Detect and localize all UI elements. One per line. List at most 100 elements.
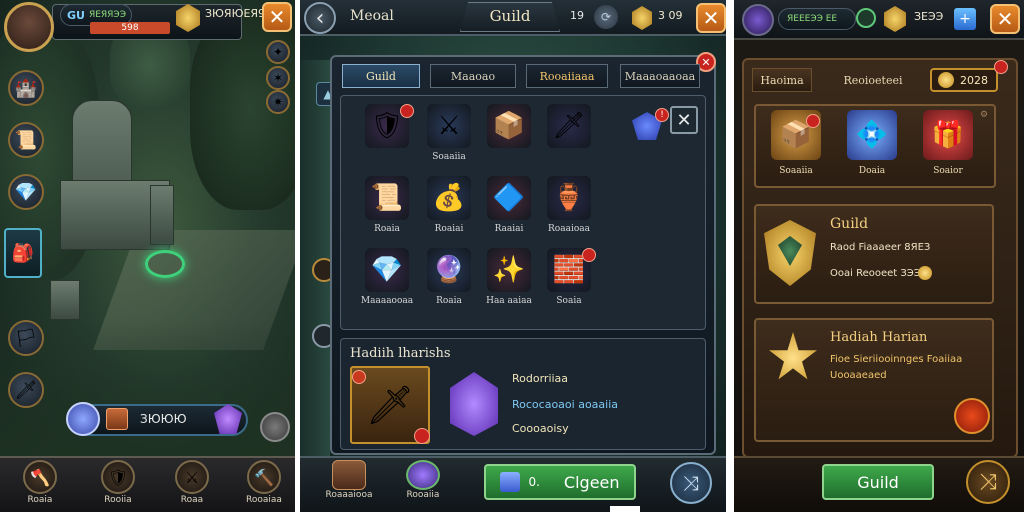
- coin-icon: [918, 266, 932, 280]
- daily-reward-line-2: Uooaaeaed: [830, 370, 887, 381]
- shield-icon: 🛡: [101, 460, 135, 494]
- gold-amount: ЗЮЯЮЕЯ9: [205, 7, 266, 20]
- inventory-item[interactable]: 🗡: [534, 104, 604, 174]
- chest-badge: [806, 114, 820, 128]
- guild-card-line-2: Ooai Reooeet ЗЭЭЯ: [830, 268, 928, 279]
- item-art-icon: 🏺: [547, 176, 591, 220]
- inventory-item[interactable]: 🧱 Soaia: [534, 248, 604, 318]
- chest-art-icon: 🎁: [923, 110, 973, 160]
- screenshot-root: GU ЯЕЯЯЭЭ ЗЮЯЮЕЯ9 598 ✕ ✦ ✶ ✷ 🏰 📜 💎 🎒 🏳 …: [0, 0, 1024, 512]
- action-button[interactable]: [260, 412, 290, 442]
- staff-icon: [406, 460, 440, 490]
- clean-button[interactable]: 0. Clgeen: [484, 464, 636, 500]
- player-avatar[interactable]: [4, 2, 54, 52]
- refresh-icon[interactable]: ⟳: [594, 5, 618, 29]
- inventory-item[interactable]: 🛡: [352, 104, 422, 174]
- inventory-bag-icon[interactable]: 🎒: [4, 228, 42, 278]
- tab-haoima[interactable]: Haoima: [752, 68, 812, 92]
- scroll-icon[interactable]: 📜: [8, 122, 44, 158]
- player-tag: GU: [67, 8, 85, 22]
- item-art-icon: 🗡: [547, 104, 591, 148]
- portal-rune[interactable]: [145, 250, 185, 278]
- sword-icon[interactable]: 🗡: [8, 372, 44, 408]
- guild-card-line-1: Raod Fiaaaeer 8ЯЕЗ: [830, 242, 931, 253]
- footer-nav-label: Rooaiia: [406, 490, 440, 500]
- daily-reward-title: Hadiah Harian: [830, 330, 928, 345]
- inventory-item[interactable]: 💎 Maaaaooaa: [352, 248, 422, 318]
- nav-item-rooiia[interactable]: 🛡 Rooiia: [90, 460, 146, 510]
- notification-badge: [582, 248, 596, 262]
- footer-nav-label: Roaaaiooa: [325, 490, 373, 500]
- swap-icon[interactable]: ⤨: [966, 460, 1010, 504]
- item-art-icon: 📜: [365, 176, 409, 220]
- gem-icon: [500, 472, 521, 492]
- nav-item-roaa[interactable]: ⚔ Roaa: [164, 460, 220, 510]
- chest-name: Doaia: [858, 166, 886, 176]
- player-level-pill: ЯЕЕЕЭЭ ЕЕ: [778, 8, 856, 30]
- item-name: Roaaioaa: [548, 224, 590, 234]
- ruin-pillar: [150, 185, 174, 245]
- sword-icon: ⚔: [175, 460, 209, 494]
- nav-label: Roaia: [27, 495, 53, 505]
- tab-guild[interactable]: Guild: [342, 64, 420, 88]
- tab-maaaoaaoaa[interactable]: Maaaoaaoaa: [620, 64, 700, 88]
- tab-reoioeteei[interactable]: Reoioeteei: [830, 68, 916, 92]
- swap-icon[interactable]: ⤨: [670, 462, 712, 504]
- nav-label: Roaa: [180, 495, 204, 505]
- item-name: Soaia: [556, 296, 582, 306]
- coin-amount: 2028: [960, 73, 988, 87]
- settings-icon[interactable]: ✶: [266, 66, 290, 90]
- close-button[interactable]: ✕: [262, 2, 292, 32]
- back-button[interactable]: ‹: [304, 2, 336, 34]
- player-level-text: ЯЕЯЯЭЭ: [88, 10, 126, 20]
- counter-text: 19: [570, 9, 584, 22]
- gold-amount: 3 09: [658, 9, 683, 22]
- fire-icon[interactable]: [954, 398, 990, 434]
- crystal-icon[interactable]: 💎: [8, 174, 44, 210]
- notification-badge: [994, 60, 1008, 74]
- compass-icon[interactable]: ✷: [266, 90, 290, 114]
- inventory-item[interactable]: 🏺 Roaaioaa: [534, 176, 604, 246]
- scroll-icon: [332, 460, 366, 490]
- grid-close-button[interactable]: ✕: [670, 106, 698, 134]
- more-icon[interactable]: ⚙: [980, 110, 990, 120]
- plus-gem-icon[interactable]: +: [954, 8, 976, 30]
- item-art-icon: ⚔: [427, 104, 471, 148]
- nav-item-roaia[interactable]: 🪓 Roaia: [12, 460, 68, 510]
- item-level-badge: [414, 428, 430, 444]
- chest-name: Soaior: [933, 166, 963, 176]
- item-name: Roaia: [374, 224, 400, 234]
- guild-button[interactable]: Guild: [822, 464, 934, 500]
- status-ring-icon: [856, 8, 876, 28]
- ruin-block: [50, 280, 80, 320]
- coin-counter: 2028: [930, 68, 998, 92]
- guild-card-line-2-text: Ooai Reooeet ЗЭЭЯ: [830, 268, 928, 279]
- tab-maaoao[interactable]: Maaoao: [430, 64, 516, 88]
- item-art-icon: 🔮: [427, 248, 471, 292]
- close-button[interactable]: ✕: [990, 4, 1020, 34]
- footer-nav-1[interactable]: Roaaaiooa: [314, 460, 384, 500]
- banner-icon[interactable]: 🏳: [8, 320, 44, 356]
- detail-line-2: Rococaoaoi aoaaiia: [512, 398, 619, 411]
- guild-rewards-panel: ЯЕЕЕЭЭ ЕЕ ЗЕЭЭ + ✕ Haoima Reoioeteei 202…: [734, 0, 1024, 512]
- reward-chest[interactable]: 🎁 Soaior: [910, 110, 986, 184]
- clean-button-label: Clgeen: [563, 472, 620, 492]
- tab-rooaiiaaa[interactable]: Rooaiiaaa: [526, 64, 608, 88]
- guild-inventory-panel: ‹ Meoal Guild 19 ⟳ 3 09 ✕ ▲ ✕ Guild Maao…: [300, 0, 726, 512]
- crate-icon: [106, 408, 128, 430]
- hammer-icon: 🔨: [247, 460, 281, 494]
- nav-item-rooaiaa[interactable]: 🔨 Rooaiaa: [236, 460, 292, 510]
- tower-icon[interactable]: 🏰: [8, 70, 44, 106]
- sparkle-icon[interactable]: ✦: [266, 40, 290, 64]
- chest-name: Soaaiia: [779, 166, 813, 176]
- nav-label: Rooaiaa: [246, 495, 282, 505]
- detail-line-1: Rodorriiaa: [512, 372, 569, 385]
- guild-card-title: Guild: [830, 216, 869, 232]
- close-button[interactable]: ✕: [696, 3, 726, 33]
- player-avatar[interactable]: [742, 4, 774, 36]
- reward-chest[interactable]: 💠 Doaia: [834, 110, 910, 184]
- item-rank-badge: [352, 370, 366, 384]
- footer-nav-2[interactable]: Rooaiia: [388, 460, 458, 500]
- inventory-item[interactable]: 📜 Roaia: [352, 176, 422, 246]
- reward-chest[interactable]: 📦 Soaaiia: [758, 110, 834, 184]
